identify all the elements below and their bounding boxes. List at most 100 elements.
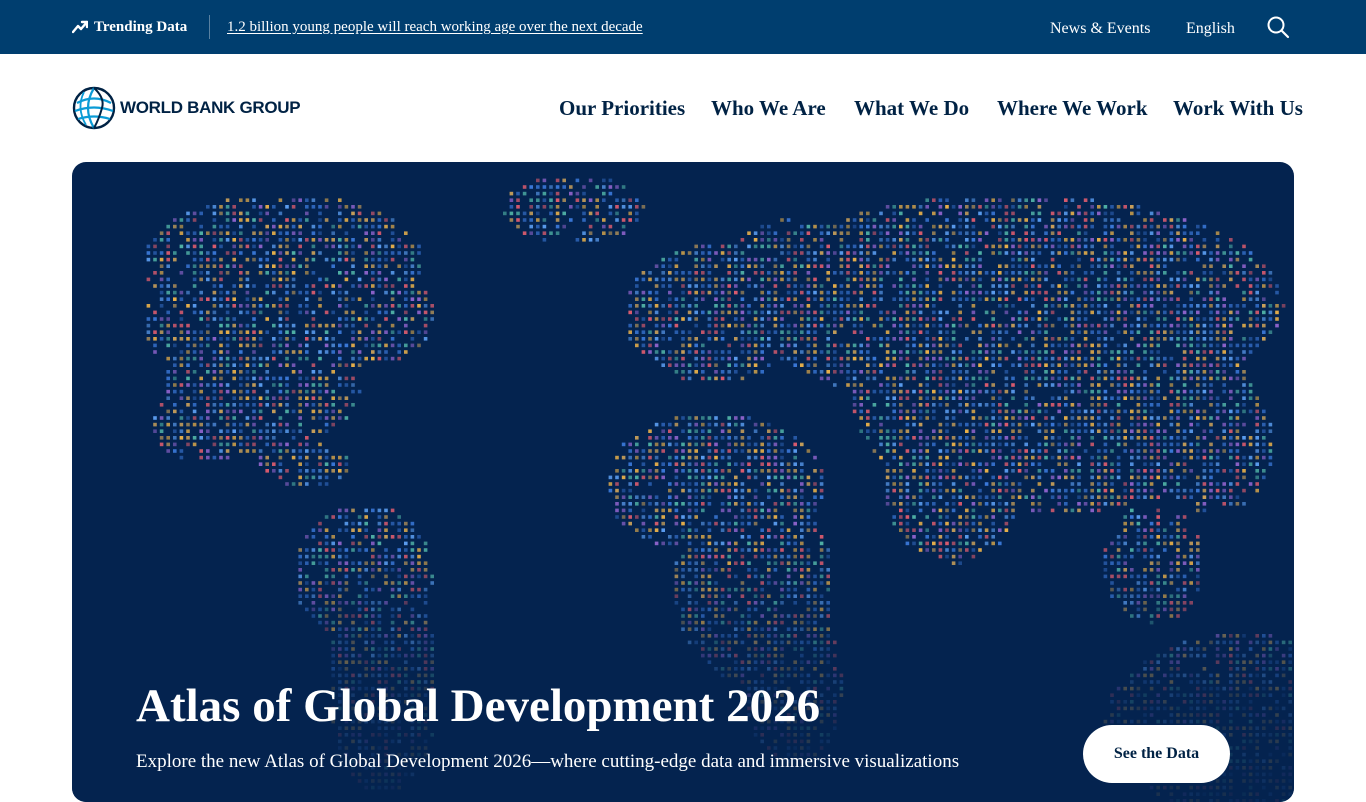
map-dot — [813, 489, 817, 493]
map-dot — [147, 324, 151, 328]
map-dot — [1196, 456, 1200, 460]
map-dot — [510, 218, 514, 222]
map-dot — [958, 443, 962, 447]
trending-data-link[interactable]: 1.2 billion young people will reach work… — [227, 17, 643, 37]
nav-work-with-us[interactable]: Work With Us — [1173, 96, 1303, 120]
map-dot — [807, 509, 811, 513]
news-events-link[interactable]: News & Events — [1050, 19, 1150, 39]
map-dot — [701, 370, 705, 374]
map-dot — [774, 535, 778, 539]
map-dot — [1183, 390, 1187, 394]
map-dot — [384, 218, 388, 222]
map-dot — [945, 198, 949, 202]
map-dot — [285, 423, 289, 427]
map-dot — [1044, 324, 1048, 328]
map-dot — [1031, 278, 1035, 282]
map-dot — [364, 271, 368, 275]
map-dot — [642, 462, 646, 466]
map-dot — [246, 271, 250, 275]
map-dot — [186, 231, 190, 235]
world-bank-group-logo[interactable]: WORLD BANK GROUP — [72, 86, 302, 130]
map-dot — [305, 482, 309, 486]
map-dot — [1189, 377, 1193, 381]
map-dot — [1249, 311, 1253, 315]
map-dot — [160, 423, 164, 427]
map-dot — [1137, 396, 1141, 400]
map-dot — [279, 449, 283, 453]
map-dot — [1130, 495, 1134, 499]
map-dot — [780, 443, 784, 447]
map-dot — [760, 482, 764, 486]
map-dot — [972, 245, 976, 249]
language-selector[interactable]: English — [1186, 19, 1235, 39]
map-dot — [1011, 258, 1015, 262]
map-dot — [1275, 284, 1279, 288]
map-dot — [1110, 449, 1114, 453]
map-dot — [866, 423, 870, 427]
map-dot — [1183, 396, 1187, 400]
map-dot — [1137, 297, 1141, 301]
map-dot — [734, 489, 738, 493]
map-dot — [364, 324, 368, 328]
map-dot — [767, 291, 771, 295]
map-dot — [1170, 377, 1174, 381]
map-dot — [965, 251, 969, 255]
map-dot — [1137, 410, 1141, 414]
map-dot — [892, 238, 896, 242]
map-dot — [1209, 370, 1213, 374]
map-dot — [1071, 251, 1075, 255]
map-dot — [661, 436, 665, 440]
map-dot — [193, 344, 197, 348]
map-dot — [741, 535, 745, 539]
map-dot — [958, 535, 962, 539]
map-dot — [648, 429, 652, 433]
map-dot — [1236, 377, 1240, 381]
map-dot — [972, 311, 976, 315]
map-dot — [1216, 396, 1220, 400]
map-dot — [661, 522, 665, 526]
map-dot — [655, 324, 659, 328]
map-dot — [338, 251, 342, 255]
map-dot — [1064, 383, 1068, 387]
map-dot — [1249, 436, 1253, 440]
map-dot — [1209, 416, 1213, 420]
map-dot — [325, 383, 329, 387]
map-dot — [701, 495, 705, 499]
map-dot — [1189, 284, 1193, 288]
map-dot — [760, 330, 764, 334]
map-dot — [899, 225, 903, 229]
map-dot — [193, 238, 197, 242]
map-dot — [774, 238, 778, 242]
map-dot — [160, 231, 164, 235]
map-dot — [1024, 357, 1028, 361]
map-dot — [1123, 370, 1127, 374]
map-dot — [338, 462, 342, 466]
map-dot — [1229, 363, 1233, 367]
map-dot — [378, 311, 382, 315]
map-dot — [813, 251, 817, 255]
map-dot — [206, 403, 210, 407]
map-dot — [1236, 284, 1240, 288]
map-dot — [1110, 462, 1114, 466]
map-dot — [1222, 469, 1226, 473]
map-dot — [160, 297, 164, 301]
map-dot — [1150, 449, 1154, 453]
map-dot — [378, 212, 382, 216]
map-dot — [226, 205, 230, 209]
map-dot — [721, 377, 725, 381]
nav-who-we-are[interactable]: Who We Are — [711, 96, 826, 120]
nav-our-priorities[interactable]: Our Priorities — [559, 96, 685, 120]
search-icon[interactable] — [1266, 15, 1290, 39]
map-dot — [727, 324, 731, 328]
nav-what-we-do[interactable]: What We Do — [854, 96, 969, 120]
map-dot — [628, 218, 632, 222]
map-dot — [213, 337, 217, 341]
map-dot — [1110, 476, 1114, 480]
map-dot — [364, 344, 368, 348]
map-dot — [1005, 443, 1009, 447]
map-dot — [378, 225, 382, 229]
nav-where-we-work[interactable]: Where We Work — [997, 96, 1148, 120]
map-dot — [351, 251, 355, 255]
map-dot — [331, 416, 335, 420]
map-dot — [866, 410, 870, 414]
